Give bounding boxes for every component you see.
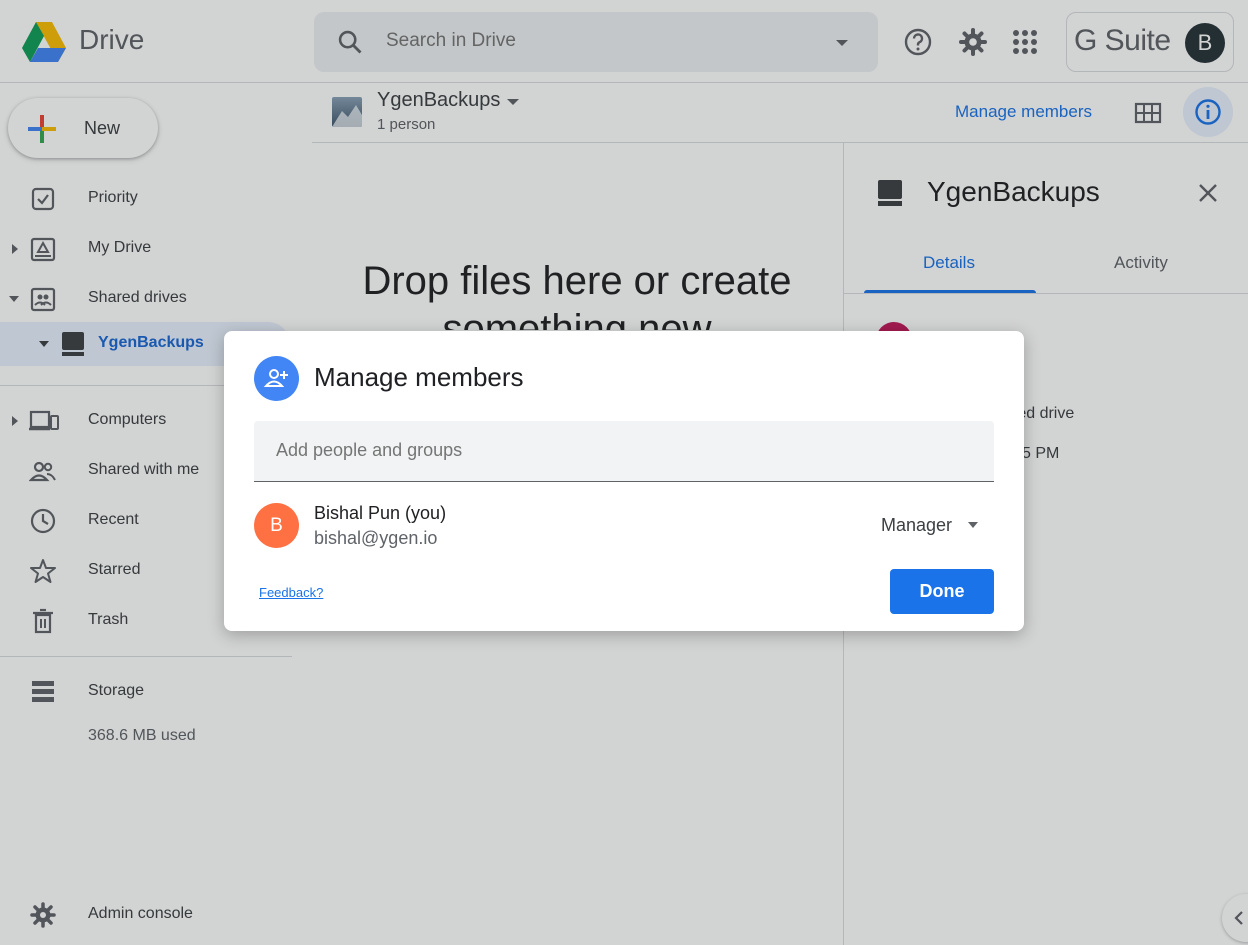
member-avatar: B (254, 503, 299, 548)
member-email: bishal@ygen.io (314, 528, 438, 548)
add-people-input[interactable] (276, 440, 976, 461)
member-role-label: Manager (881, 515, 953, 535)
add-person-icon (254, 356, 299, 401)
chevron-down-icon (968, 522, 978, 528)
feedback-link[interactable]: Feedback? (259, 585, 323, 600)
member-name: Bishal Pun (you) (314, 503, 447, 523)
dialog-title: Manage members (314, 362, 524, 392)
done-button[interactable]: Done (890, 569, 994, 614)
